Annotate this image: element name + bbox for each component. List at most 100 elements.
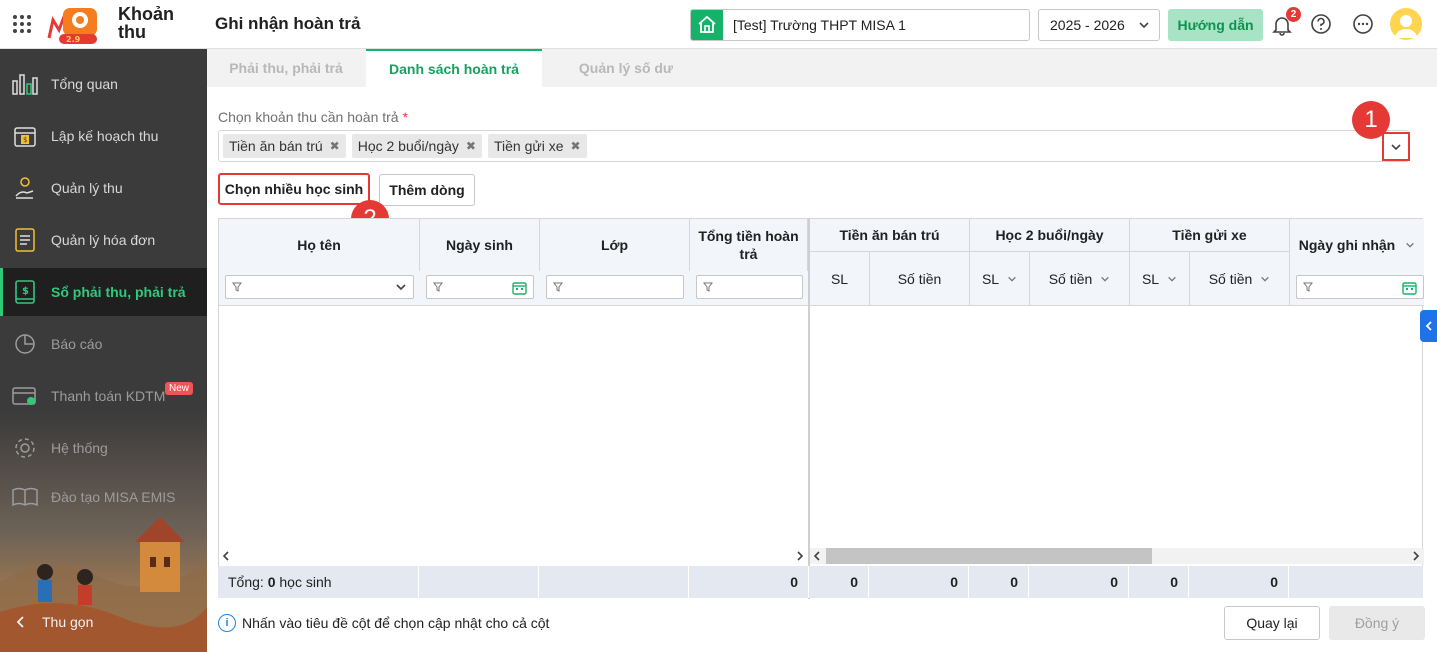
help-icon[interactable]	[1310, 13, 1332, 35]
sl-label: SL	[981, 271, 1000, 287]
col-group-fee1[interactable]: Tiền ăn bán trú	[810, 219, 970, 251]
sidebar-item-label: Đào tạo MISA EMIS	[51, 489, 176, 505]
sidebar-item-cashless-payment[interactable]: Thanh toán KDTM New	[0, 372, 207, 420]
school-name: [Test] Trường THPT MISA 1	[733, 17, 906, 33]
col-header-fee2-amount[interactable]: Số tiền	[1030, 252, 1130, 306]
notification-badge: 2	[1286, 7, 1301, 22]
summary-fee3-amount: 0	[1189, 566, 1289, 598]
sidebar-item-ledger[interactable]: $ Sổ phải thu, phải trả	[0, 268, 207, 316]
add-row-button[interactable]: Thêm dòng	[379, 174, 475, 206]
choose-multiple-students-button[interactable]: Chọn nhiều học sinh	[218, 173, 370, 205]
chevron-left-icon	[16, 616, 24, 628]
sl-label: SL	[1141, 271, 1160, 287]
summary-class	[539, 566, 689, 598]
col-header-fee1-amount[interactable]: Số tiền	[870, 252, 970, 306]
filter-icon	[232, 282, 242, 292]
confirm-button[interactable]: Đồng ý	[1329, 606, 1425, 640]
school-year-select[interactable]: 2025 - 2026	[1038, 9, 1160, 41]
school-selector[interactable]: [Test] Trường THPT MISA 1	[690, 9, 1030, 41]
sidebar-item-reports[interactable]: Báo cáo	[0, 320, 207, 368]
calendar-money-icon: $	[12, 123, 38, 149]
svg-text:$: $	[23, 136, 27, 144]
calendar-icon[interactable]	[1402, 281, 1417, 295]
more-icon[interactable]	[1352, 13, 1374, 35]
total-filter-input[interactable]	[696, 275, 803, 299]
scroll-right-icon[interactable]	[796, 551, 804, 561]
col-group-fee3[interactable]: Tiền gửi xe	[1130, 219, 1290, 251]
avatar[interactable]	[1390, 8, 1422, 40]
hint-text: Nhấn vào tiêu đề cột để chọn cập nhật ch…	[242, 615, 550, 631]
col-header-record-date[interactable]: Ngày ghi nhận	[1290, 219, 1424, 271]
right-horizontal-scrollbar[interactable]	[810, 548, 1424, 564]
tab-refund-list[interactable]: Danh sách hoàn trả	[366, 49, 542, 87]
remove-chip-icon[interactable]: ✖	[571, 139, 581, 153]
filter-icon	[553, 282, 563, 292]
fee-chip: Học 2 buổi/ngày ✖	[351, 134, 482, 158]
scroll-left-icon[interactable]	[222, 551, 230, 561]
summary-unit: học sinh	[279, 574, 332, 590]
col-header-fee3-amount[interactable]: Số tiền	[1190, 252, 1290, 306]
sidebar-item-overview[interactable]: Tổng quan	[0, 60, 207, 108]
refund-grid: Họ tên Ngày sinh Lớp Tổng tiền hoàn trả …	[218, 218, 1424, 599]
col-header-fee2-sl[interactable]: SL	[970, 252, 1030, 306]
remove-chip-icon[interactable]: ✖	[330, 139, 340, 153]
class-filter-input[interactable]	[546, 275, 684, 299]
sidebar-item-system[interactable]: Hệ thống	[0, 424, 207, 472]
remove-chip-icon[interactable]: ✖	[466, 139, 476, 153]
app-grid-icon[interactable]	[13, 15, 31, 33]
col-group-fee2[interactable]: Học 2 buổi/ngày	[970, 219, 1130, 251]
chevron-down-icon	[1406, 242, 1415, 248]
col-header-dob[interactable]: Ngày sinh	[420, 219, 540, 271]
invoice-icon	[12, 227, 38, 253]
tab-bar: Phải thu, phải trả Danh sách hoàn trả Qu…	[207, 49, 1437, 87]
sidebar-item-label: Quản lý thu	[51, 180, 123, 196]
name-filter-select[interactable]	[225, 275, 414, 299]
filter-icon	[433, 282, 443, 292]
svg-text:2.9: 2.9	[66, 35, 81, 44]
col-header-fee1-sl[interactable]: SL	[810, 252, 870, 306]
calendar-icon[interactable]	[512, 281, 527, 295]
main-content: Phải thu, phải trả Danh sách hoàn trả Qu…	[207, 49, 1437, 652]
scroll-left-icon[interactable]	[813, 551, 821, 561]
sidebar: Tổng quan $ Lập kế hoạch thu Quản lý thu…	[0, 49, 207, 652]
app-name-line2: thu	[118, 22, 146, 42]
chevron-down-icon	[1101, 276, 1110, 282]
scrollbar-thumb[interactable]	[826, 548, 1152, 564]
fee-select-label-text: Chọn khoản thu cần hoàn trả	[218, 109, 399, 125]
sidebar-item-label: Báo cáo	[51, 336, 103, 352]
col-header-fee3-sl[interactable]: SL	[1130, 252, 1190, 306]
tab-receivables-payables[interactable]: Phải thu, phải trả	[207, 49, 365, 87]
guide-button[interactable]: Hướng dẫn	[1168, 9, 1263, 41]
sidebar-item-invoices[interactable]: Quản lý hóa đơn	[0, 216, 207, 264]
summary-dob	[419, 566, 539, 598]
record-date-filter-input[interactable]	[1296, 275, 1424, 299]
col-header-total[interactable]: Tổng tiền hoàn trả	[690, 219, 808, 271]
sidebar-item-training[interactable]: Đào tạo MISA EMIS	[0, 473, 207, 521]
bar-chart-icon	[12, 71, 38, 97]
payment-card-icon	[12, 383, 38, 409]
filter-icon	[703, 282, 713, 292]
back-button[interactable]: Quay lại	[1224, 606, 1320, 640]
col-header-class[interactable]: Lớp	[540, 219, 690, 271]
fee-dropdown-toggle[interactable]	[1382, 132, 1410, 161]
side-panel-toggle[interactable]	[1420, 310, 1437, 342]
dob-filter-input[interactable]	[426, 275, 534, 299]
col-header-name[interactable]: Họ tên	[219, 219, 420, 271]
info-icon: i	[218, 614, 236, 632]
new-badge: New	[165, 382, 194, 395]
scroll-right-icon[interactable]	[1412, 551, 1420, 561]
tab-balance-management[interactable]: Quản lý số dư	[543, 49, 709, 87]
frozen-column-divider	[808, 219, 810, 599]
fee-select-label: Chọn khoản thu cần hoàn trả *	[218, 109, 408, 125]
school-year-value: 2025 - 2026	[1050, 17, 1125, 33]
left-horizontal-scrollbar[interactable]	[219, 548, 808, 564]
filter-icon	[1303, 282, 1313, 292]
fee-multiselect[interactable]: Tiền ăn bán trú ✖ Học 2 buổi/ngày ✖ Tiền g…	[218, 130, 1409, 162]
sidebar-item-collection[interactable]: Quản lý thu	[0, 164, 207, 212]
sidebar-item-planning[interactable]: $ Lập kế hoạch thu	[0, 112, 207, 160]
chevron-down-icon	[396, 284, 406, 291]
sidebar-item-label: Quản lý hóa đơn	[51, 232, 156, 248]
collapse-sidebar-button[interactable]: Thu gọn	[14, 614, 93, 630]
sidebar-item-label: Thanh toán KDTM	[51, 388, 166, 404]
collapse-label: Thu gọn	[42, 614, 94, 630]
